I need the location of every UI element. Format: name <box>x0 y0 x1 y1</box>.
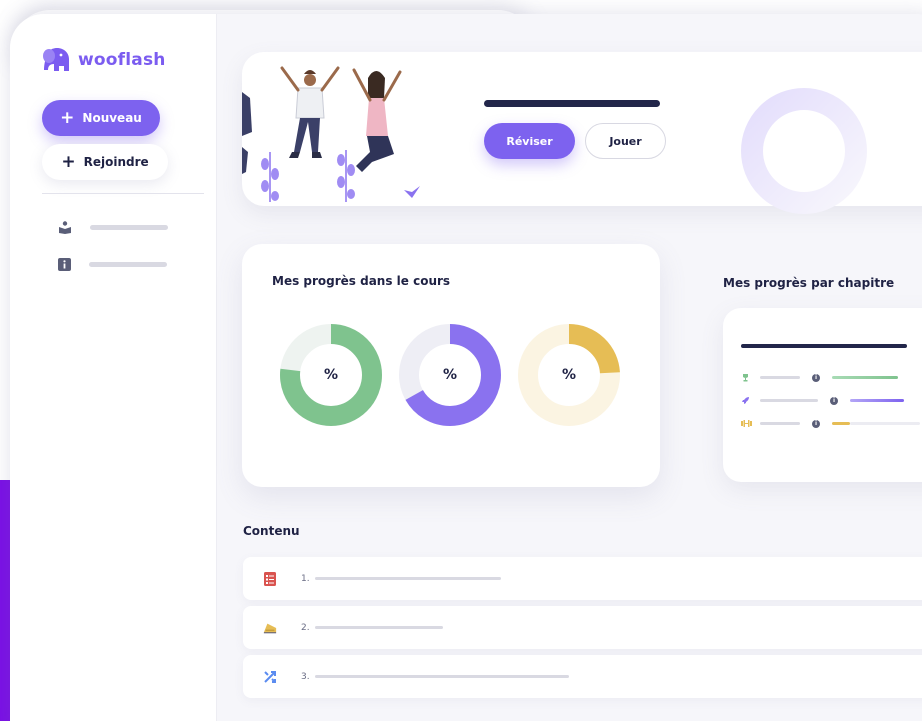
donut-3-label: % <box>561 367 577 383</box>
rocket-icon <box>742 397 749 404</box>
chapter-1-progress-bar <box>832 376 898 379</box>
join-button[interactable]: + Rejoindre <box>42 144 168 180</box>
logo[interactable]: wooflash <box>40 46 166 74</box>
sidebar: wooflash + Nouveau + Rejoindre <box>10 14 216 721</box>
jumping-people-illustration <box>242 66 420 202</box>
chapter-3-progress-track <box>850 422 920 425</box>
app-window: wooflash + Nouveau + Rejoindre Réviser J… <box>10 14 922 721</box>
course-hero-card: Réviser Jouer <box>242 52 922 214</box>
reading-person-icon <box>59 221 71 234</box>
content-item-placeholder <box>315 626 443 629</box>
sidebar-separator <box>216 14 217 721</box>
sidebar-divider <box>42 193 204 194</box>
content-item-number: 1. <box>301 573 310 584</box>
ruler-icon <box>263 621 277 635</box>
plus-icon: + <box>61 151 76 172</box>
plus-icon: + <box>60 107 75 128</box>
new-button-label: Nouveau <box>82 111 142 125</box>
content-item-number: 2. <box>301 622 310 633</box>
new-button[interactable]: + Nouveau <box>42 100 160 136</box>
info-icon[interactable]: i <box>812 373 820 382</box>
shuffle-icon <box>263 670 277 684</box>
revise-button[interactable]: Réviser <box>484 123 575 159</box>
join-button-label: Rejoindre <box>83 155 149 169</box>
chapter-row-placeholder <box>760 422 800 425</box>
course-title-placeholder <box>484 100 660 107</box>
sidebar-item-1[interactable] <box>58 221 168 234</box>
donut-chart-1: % <box>278 322 384 428</box>
sidebar-item-2[interactable] <box>58 258 167 271</box>
chapter-2-progress-bar <box>850 399 904 402</box>
chapter-title-placeholder <box>741 344 907 348</box>
info-icon <box>58 258 71 271</box>
content-item-2[interactable]: 2. <box>243 606 922 649</box>
chapter-row-1[interactable]: i <box>741 373 898 382</box>
info-icon[interactable]: i <box>830 396 838 405</box>
content-section-title: Contenu <box>243 524 300 538</box>
content-item-placeholder <box>315 675 569 678</box>
chapter-row-placeholder <box>760 399 818 402</box>
info-icon[interactable]: i <box>812 419 820 428</box>
dumbbell-icon <box>741 420 752 427</box>
donut-2-label: % <box>442 367 458 383</box>
checklist-icon <box>263 571 277 586</box>
chapter-row-3[interactable]: i <box>741 419 920 428</box>
content-item-1[interactable]: 1. <box>243 557 922 600</box>
trophy-icon <box>743 374 748 382</box>
brand-name: wooflash <box>78 50 166 70</box>
content-item-placeholder <box>315 577 501 580</box>
donut-1-label: % <box>323 367 339 383</box>
chapter-row-placeholder <box>760 376 800 379</box>
chapter-row-2[interactable]: i <box>741 396 904 405</box>
chapter-progress-title: Mes progrès par chapitre <box>723 276 895 290</box>
course-progress-card: Mes progrès dans le cours % % % <box>242 244 660 487</box>
sidebar-item-placeholder <box>90 225 168 230</box>
donut-chart-3: % <box>516 322 622 428</box>
chapter-3-progress-bar <box>832 422 850 425</box>
sidebar-item-placeholder <box>89 262 167 267</box>
play-button[interactable]: Jouer <box>585 123 666 159</box>
content-item-number: 3. <box>301 671 310 682</box>
donut-chart-2: % <box>397 322 503 428</box>
elephant-logo-icon <box>43 48 69 71</box>
chapter-progress-card: i i i <box>723 308 922 482</box>
hero-progress-ring <box>741 88 867 214</box>
content-item-3[interactable]: 3. <box>243 655 922 698</box>
progress-card-title: Mes progrès dans le cours <box>272 274 451 288</box>
